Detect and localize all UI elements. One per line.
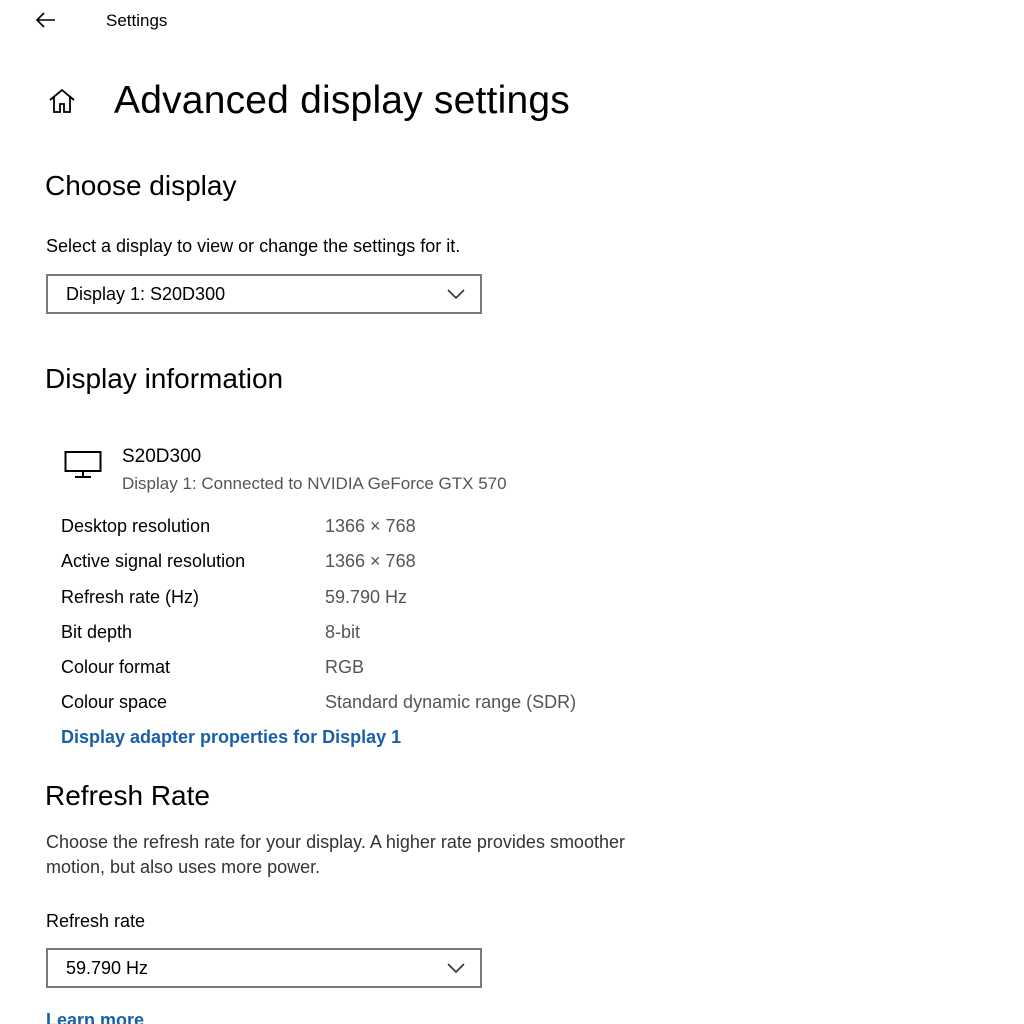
- info-label: Colour format: [61, 657, 171, 678]
- chevron-down-icon: [447, 289, 465, 300]
- monitor-name: S20D300: [122, 446, 202, 467]
- settings-window: Settings Advanced display settings Choos…: [0, 0, 1024, 1024]
- back-arrow-icon: [35, 12, 55, 28]
- info-value: 59.790 Hz: [325, 586, 408, 607]
- page-header: Advanced display settings: [44, 76, 570, 126]
- display-select-value: Display 1: S20D300: [66, 283, 226, 304]
- monitor-icon: [64, 451, 102, 478]
- info-label: Active signal resolution: [61, 551, 246, 572]
- info-value: 1366 × 768: [325, 551, 416, 572]
- info-label: Bit depth: [61, 621, 133, 642]
- page-title: Advanced display settings: [114, 79, 570, 122]
- home-button[interactable]: [44, 83, 80, 119]
- display-adapter-properties-link[interactable]: Display adapter properties for Display 1: [61, 727, 401, 748]
- info-value: 1366 × 768: [325, 516, 416, 536]
- app-title: Settings: [106, 11, 168, 30]
- refresh-rate-select[interactable]: 59.790 Hz: [46, 948, 482, 988]
- monitor-connection: Display 1: Connected to NVIDIA GeForce G…: [122, 474, 507, 493]
- info-label: Desktop resolution: [61, 516, 211, 536]
- info-value: RGB: [325, 657, 365, 678]
- home-icon: [49, 88, 75, 113]
- info-value: Standard dynamic range (SDR): [325, 692, 577, 713]
- info-label: Colour space: [61, 692, 168, 713]
- refresh-rate-description: Choose the refresh rate for your display…: [46, 832, 625, 877]
- display-select[interactable]: Display 1: S20D300: [46, 274, 482, 314]
- refresh-rate-heading: Refresh Rate: [45, 780, 210, 811]
- chevron-down-icon: [447, 963, 465, 974]
- display-information-heading: Display information: [45, 363, 284, 394]
- back-button[interactable]: [28, 4, 64, 36]
- title-bar: Settings: [0, 0, 1024, 44]
- info-value: 8-bit: [325, 621, 361, 642]
- choose-display-description: Select a display to view or change the s…: [46, 236, 461, 256]
- refresh-rate-select-value: 59.790 Hz: [66, 957, 149, 978]
- learn-more-link[interactable]: Learn more: [46, 1010, 144, 1024]
- refresh-rate-label: Refresh rate: [46, 911, 146, 931]
- info-label: Refresh rate (Hz): [61, 586, 200, 607]
- choose-display-heading: Choose display: [45, 170, 237, 201]
